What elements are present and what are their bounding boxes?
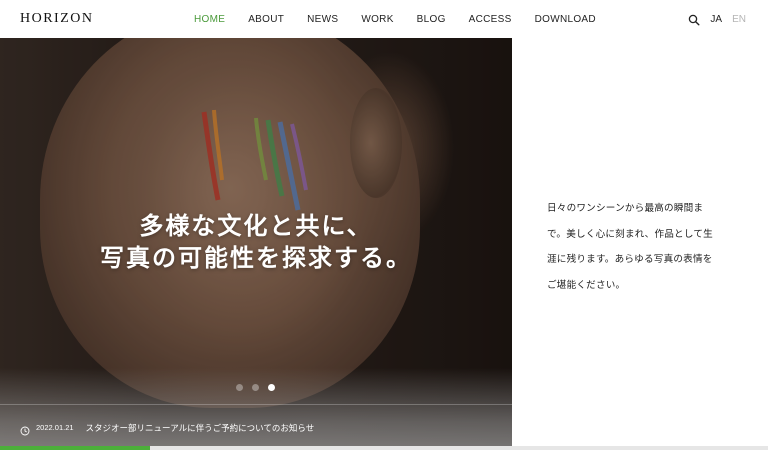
slider-dots (236, 384, 275, 391)
header-tools: JA EN (688, 0, 746, 38)
intro-line: 涯に残ります。あらゆる写真の表情を (547, 254, 713, 265)
nav-work[interactable]: WORK (361, 14, 393, 25)
hero-title-line-1: 多様な文化と共に、 (139, 211, 373, 240)
nav-blog[interactable]: BLOG (417, 14, 446, 25)
site-header: HORIZON HOME ABOUT NEWS WORK BLOG ACCESS… (0, 0, 768, 38)
hero-title-line-2: 写真の可能性を探求する。 (100, 243, 412, 272)
slider-dot-3[interactable] (268, 384, 275, 391)
slider-dot-2[interactable] (252, 384, 259, 391)
nav-home[interactable]: HOME (194, 14, 225, 25)
lang-ja[interactable]: JA (710, 14, 722, 25)
hero-title: 多様な文化と共に、 写真の可能性を探求する。 (0, 210, 512, 274)
nav-download[interactable]: DOWNLOAD (535, 14, 596, 25)
intro-line: ご堪能ください。 (547, 279, 626, 291)
search-icon[interactable] (688, 13, 700, 26)
clock-icon (20, 423, 30, 435)
slider-dot-1[interactable] (236, 384, 243, 391)
slider-progress (0, 446, 768, 450)
nav-access[interactable]: ACCESS (469, 14, 512, 25)
nav-about[interactable]: ABOUT (248, 14, 284, 25)
site-logo[interactable]: HORIZON (20, 11, 94, 27)
lang-en[interactable]: EN (732, 14, 746, 25)
news-link[interactable]: スタジオー部リニューアルに伴うご予約についてのお知らせ (86, 422, 315, 434)
news-ticker[interactable]: 2022.01.21 スタジオー部リニューアルに伴うご予約についてのお知らせ (0, 404, 512, 450)
hero-slider: 多様な文化と共に、 写真の可能性を探求する。 2022.01.21 スタジオー部… (0, 38, 512, 450)
news-date: 2022.01.21 (36, 423, 74, 432)
intro-line: 日々のワンシーンから最高の瞬間ま (547, 203, 704, 214)
slider-progress-fill (0, 446, 150, 450)
nav-news[interactable]: NEWS (307, 14, 338, 25)
main-nav: HOME ABOUT NEWS WORK BLOG ACCESS DOWNLOA… (194, 0, 596, 38)
intro-line: で。美しく心に刻まれ、作品として生 (547, 228, 713, 240)
intro-text: 日々のワンシーンから最高の瞬間ま で。美しく心に刻まれ、作品として生 涯に残りま… (547, 196, 747, 298)
